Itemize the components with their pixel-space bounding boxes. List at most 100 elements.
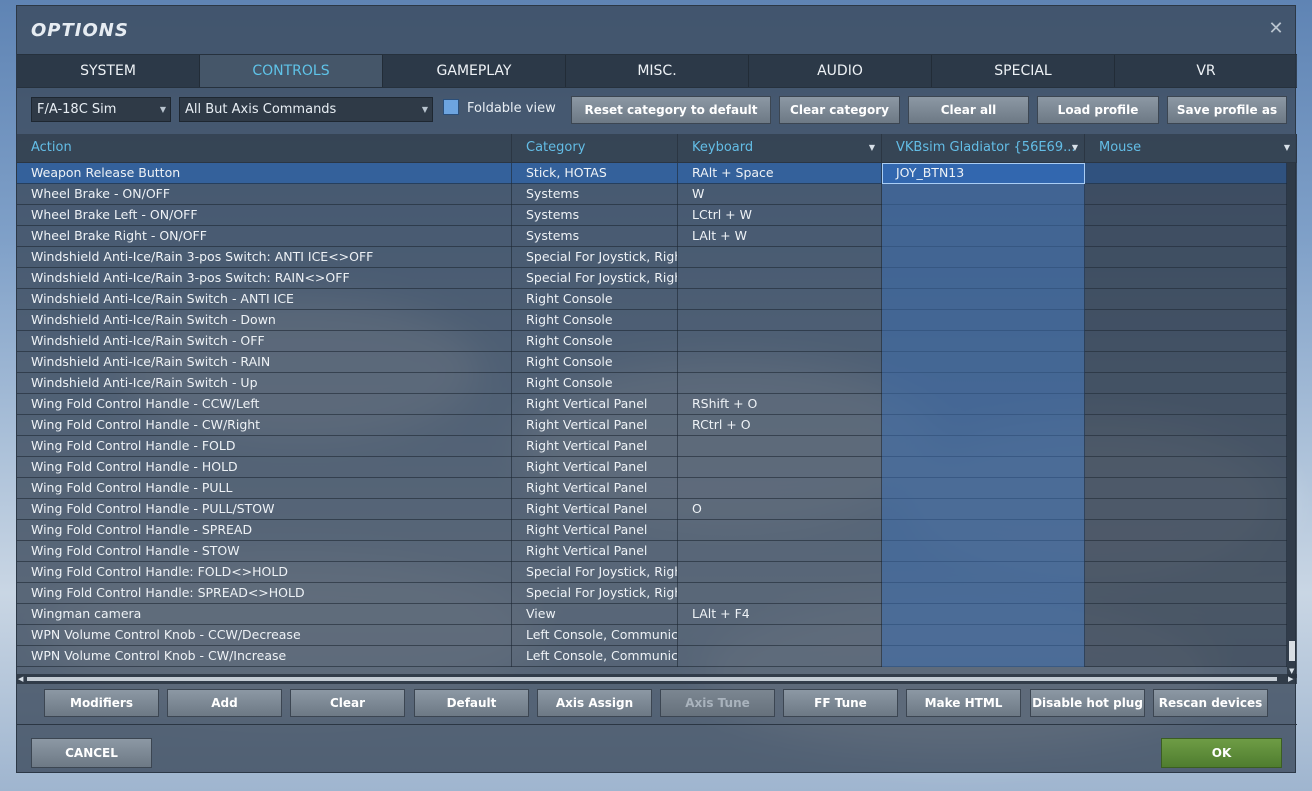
column-header-keyboard[interactable]: Keyboard ▼: [678, 134, 882, 163]
joystick-binding-cell[interactable]: [882, 205, 1085, 226]
joystick-binding-cell[interactable]: [882, 499, 1085, 520]
joystick-binding-cell[interactable]: [882, 625, 1085, 646]
keyboard-binding-cell[interactable]: [678, 478, 882, 499]
tab-vr[interactable]: VR: [1115, 55, 1297, 87]
ff-tune-button[interactable]: FF Tune: [783, 689, 898, 717]
joystick-binding-cell[interactable]: [882, 646, 1085, 667]
mouse-binding-cell[interactable]: [1085, 436, 1287, 457]
mouse-binding-cell[interactable]: [1085, 478, 1287, 499]
filter-select[interactable]: All But Axis Commands ▼: [179, 97, 433, 122]
keyboard-binding-cell[interactable]: [678, 268, 882, 289]
keyboard-binding-cell[interactable]: [678, 646, 882, 667]
joystick-binding-cell[interactable]: JOY_BTN13: [882, 163, 1085, 184]
chevron-down-icon[interactable]: ▼: [869, 134, 875, 161]
foldable-view-checkbox[interactable]: [443, 99, 459, 115]
mouse-binding-cell[interactable]: [1085, 352, 1287, 373]
modifiers-button[interactable]: Modifiers: [44, 689, 159, 717]
keyboard-binding-cell[interactable]: [678, 289, 882, 310]
table-row[interactable]: Wing Fold Control Handle: FOLD<>HOLD Spec…: [17, 562, 1287, 583]
table-row[interactable]: Wing Fold Control Handle - FOLD Right Ver…: [17, 436, 1287, 457]
mouse-binding-cell[interactable]: [1085, 604, 1287, 625]
mouse-binding-cell[interactable]: [1085, 583, 1287, 604]
keyboard-binding-cell[interactable]: LAlt + F4: [678, 604, 882, 625]
reset-category-button[interactable]: Reset category to default: [571, 96, 771, 124]
clear-all-button[interactable]: Clear all: [908, 96, 1029, 124]
table-row[interactable]: Windshield Anti-Ice/Rain 3-pos Switch: A…: [17, 247, 1287, 268]
scroll-left-icon[interactable]: ◀: [18, 675, 23, 683]
table-row[interactable]: Windshield Anti-Ice/Rain Switch - Up Righ…: [17, 373, 1287, 394]
table-row[interactable]: Windshield Anti-Ice/Rain Switch - OFF Rig…: [17, 331, 1287, 352]
mouse-binding-cell[interactable]: [1085, 415, 1287, 436]
mouse-binding-cell[interactable]: [1085, 457, 1287, 478]
tab-misc[interactable]: MISC.: [566, 55, 749, 87]
joystick-binding-cell[interactable]: [882, 541, 1085, 562]
mouse-binding-cell[interactable]: [1085, 646, 1287, 667]
joystick-binding-cell[interactable]: [882, 184, 1085, 205]
keyboard-binding-cell[interactable]: [678, 331, 882, 352]
column-header-mouse[interactable]: Mouse ▼: [1085, 134, 1297, 163]
joystick-binding-cell[interactable]: [882, 562, 1085, 583]
vertical-scrollbar[interactable]: ▼: [1287, 163, 1297, 678]
joystick-binding-cell[interactable]: [882, 604, 1085, 625]
table-row[interactable]: Wing Fold Control Handle: SPREAD<>HOLD Sp…: [17, 583, 1287, 604]
keyboard-binding-cell[interactable]: LAlt + W: [678, 226, 882, 247]
joystick-binding-cell[interactable]: [882, 226, 1085, 247]
column-header-category[interactable]: Category: [512, 134, 678, 163]
keyboard-binding-cell[interactable]: RAlt + Space: [678, 163, 882, 184]
joystick-binding-cell[interactable]: [882, 394, 1085, 415]
add-button[interactable]: Add: [167, 689, 282, 717]
mouse-binding-cell[interactable]: [1085, 331, 1287, 352]
mouse-binding-cell[interactable]: [1085, 226, 1287, 247]
keyboard-binding-cell[interactable]: W: [678, 184, 882, 205]
keyboard-binding-cell[interactable]: RShift + O: [678, 394, 882, 415]
mouse-binding-cell[interactable]: [1085, 394, 1287, 415]
close-icon[interactable]: ✕: [1267, 20, 1285, 38]
default-button[interactable]: Default: [414, 689, 529, 717]
rescan-devices-button[interactable]: Rescan devices: [1153, 689, 1268, 717]
table-row[interactable]: Wing Fold Control Handle - PULL/STOW Righ…: [17, 499, 1287, 520]
table-row[interactable]: Wingman camera View LAlt + F4: [17, 604, 1287, 625]
table-row[interactable]: WPN Volume Control Knob - CW/Increase Lef…: [17, 646, 1287, 667]
mouse-binding-cell[interactable]: [1085, 520, 1287, 541]
keyboard-binding-cell[interactable]: [678, 541, 882, 562]
joystick-binding-cell[interactable]: [882, 247, 1085, 268]
mouse-binding-cell[interactable]: [1085, 625, 1287, 646]
table-row[interactable]: Wing Fold Control Handle - CW/Right Right…: [17, 415, 1287, 436]
table-row[interactable]: Wing Fold Control Handle - STOW Right Ver…: [17, 541, 1287, 562]
joystick-binding-cell[interactable]: [882, 583, 1085, 604]
table-row[interactable]: Wing Fold Control Handle - HOLD Right Ver…: [17, 457, 1287, 478]
table-row[interactable]: Windshield Anti-Ice/Rain 3-pos Switch: R…: [17, 268, 1287, 289]
chevron-down-icon[interactable]: ▼: [1072, 134, 1078, 161]
mouse-binding-cell[interactable]: [1085, 268, 1287, 289]
table-row[interactable]: Weapon Release Button Stick, HOTAS RAlt + …: [17, 163, 1287, 184]
joystick-binding-cell[interactable]: [882, 268, 1085, 289]
keyboard-binding-cell[interactable]: [678, 520, 882, 541]
keyboard-binding-cell[interactable]: [678, 352, 882, 373]
column-header-joystick[interactable]: VKBsim Gladiator {56E69... ▼: [882, 134, 1085, 163]
joystick-binding-cell[interactable]: [882, 415, 1085, 436]
mouse-binding-cell[interactable]: [1085, 541, 1287, 562]
ok-button[interactable]: OK: [1161, 738, 1282, 768]
table-row[interactable]: Wheel Brake - ON/OFF Systems W: [17, 184, 1287, 205]
horizontal-scrollbar-thumb[interactable]: [27, 677, 1277, 681]
load-profile-button[interactable]: Load profile: [1037, 96, 1159, 124]
mouse-binding-cell[interactable]: [1085, 373, 1287, 394]
scroll-right-icon[interactable]: ▶: [1288, 675, 1293, 683]
mouse-binding-cell[interactable]: [1085, 562, 1287, 583]
joystick-binding-cell[interactable]: [882, 352, 1085, 373]
mouse-binding-cell[interactable]: [1085, 184, 1287, 205]
cancel-button[interactable]: CANCEL: [31, 738, 152, 768]
chevron-down-icon[interactable]: ▼: [1284, 134, 1290, 161]
joystick-binding-cell[interactable]: [882, 331, 1085, 352]
horizontal-scrollbar[interactable]: ◀ ▶: [17, 674, 1297, 684]
mouse-binding-cell[interactable]: [1085, 163, 1287, 184]
mouse-binding-cell[interactable]: [1085, 499, 1287, 520]
table-row[interactable]: Wheel Brake Right - ON/OFF Systems LAlt + …: [17, 226, 1287, 247]
table-row[interactable]: Wing Fold Control Handle - CCW/Left Right…: [17, 394, 1287, 415]
save-profile-as-button[interactable]: Save profile as: [1167, 96, 1287, 124]
column-header-action[interactable]: Action: [17, 134, 512, 163]
keyboard-binding-cell[interactable]: RCtrl + O: [678, 415, 882, 436]
table-row[interactable]: Windshield Anti-Ice/Rain Switch - Down Ri…: [17, 310, 1287, 331]
table-row[interactable]: Wheel Brake Left - ON/OFF Systems LCtrl + …: [17, 205, 1287, 226]
axis-assign-button[interactable]: Axis Assign: [537, 689, 652, 717]
